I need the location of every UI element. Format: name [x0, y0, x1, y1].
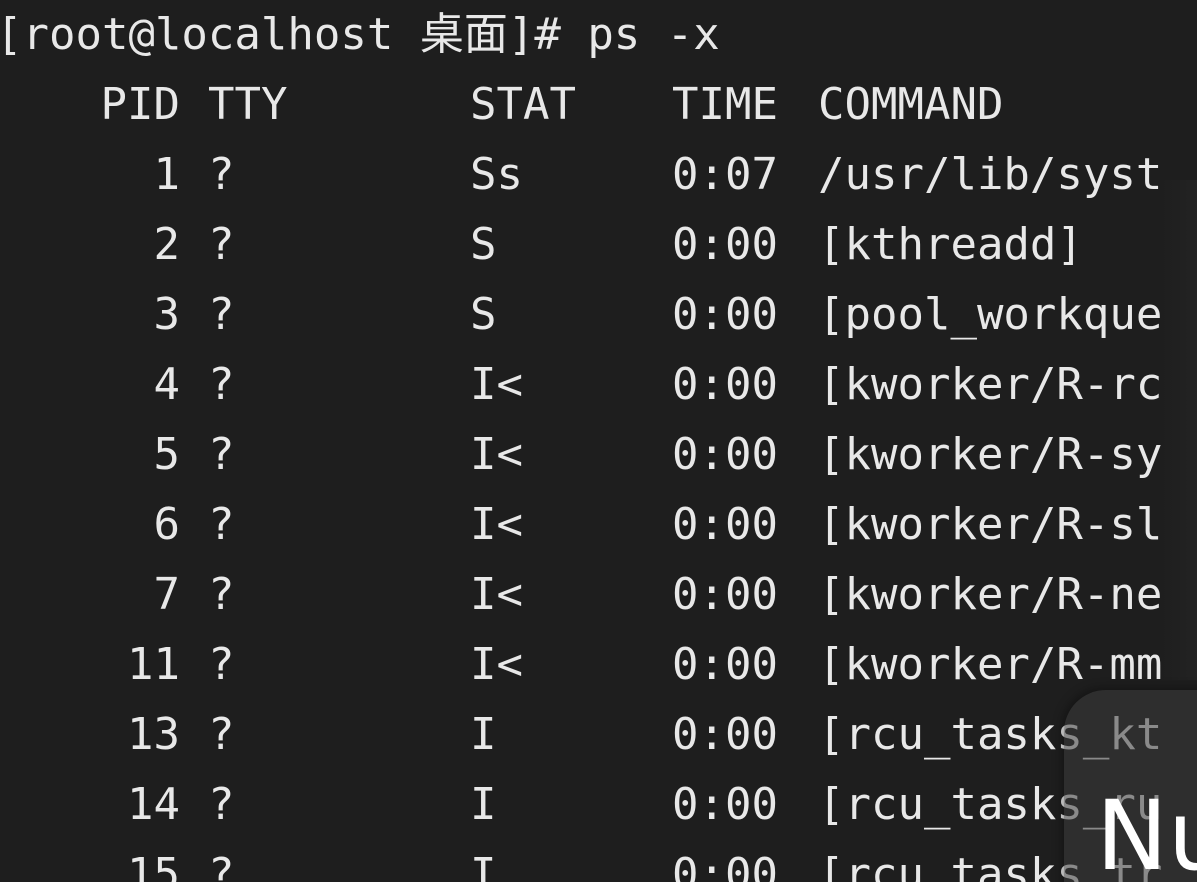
row-time: 0:00	[672, 359, 778, 410]
row-stat: I<	[470, 499, 523, 550]
command-prompt: [root@localhost 桌面]# ps -x	[0, 9, 720, 60]
row-time: 0:00	[672, 289, 778, 340]
row-command: [kthreadd]	[818, 219, 1083, 270]
row-command: [kworker/R-sl	[818, 499, 1163, 550]
row-time: 0:00	[672, 849, 778, 882]
table-row: 7 ? I< 0:00 [kworker/R-ne	[0, 560, 1163, 630]
header-pid: PID	[100, 79, 180, 130]
table-row: 11 ? I< 0:00 [kworker/R-mm	[0, 630, 1162, 700]
row-tty: ?	[208, 779, 235, 830]
row-tty: ?	[208, 429, 235, 480]
row-tty: ?	[208, 149, 235, 200]
table-row: 5 ? I< 0:00 [kworker/R-sy	[0, 420, 1163, 490]
row-pid: 3	[153, 289, 181, 340]
row-pid: 6	[153, 499, 181, 550]
row-time: 0:00	[672, 709, 778, 760]
header-tty: TTY	[208, 79, 288, 130]
row-tty: ?	[208, 499, 235, 550]
row-pid: 15	[127, 849, 180, 882]
table-row: 1 ? Ss 0:07 /usr/lib/syst	[0, 140, 1163, 210]
overlay-logo-text: Nu	[1096, 780, 1197, 882]
table-row: 4 ? I< 0:00 [kworker/R-rc	[0, 350, 1163, 420]
row-pid: 14	[127, 779, 180, 830]
header-command: COMMAND	[818, 79, 1004, 130]
scroll-edge-shade	[1160, 180, 1197, 680]
row-stat: I<	[470, 569, 523, 620]
row-stat: I<	[470, 429, 523, 480]
row-stat: I	[470, 849, 497, 882]
row-tty: ?	[208, 709, 235, 760]
row-tty: ?	[208, 639, 235, 690]
floating-overlay-panel[interactable]: Nu	[1064, 690, 1197, 882]
table-row: 15 ? I 0:00 [rcu_tasks_tr	[0, 840, 1162, 882]
terminal-window[interactable]: [root@localhost 桌面]# ps -x PID TTY STAT …	[0, 0, 1197, 882]
row-tty: ?	[208, 289, 235, 340]
row-pid: 5	[153, 429, 181, 480]
row-pid: 11	[127, 639, 180, 690]
row-tty: ?	[208, 219, 235, 270]
table-header: PID TTY STAT TIME COMMAND	[0, 70, 1004, 140]
row-stat: S	[470, 219, 497, 270]
row-tty: ?	[208, 569, 235, 620]
table-row: 6 ? I< 0:00 [kworker/R-sl	[0, 490, 1163, 560]
row-pid: 13	[127, 709, 180, 760]
row-time: 0:00	[672, 429, 778, 480]
table-row: 13 ? I 0:00 [rcu_tasks_kt	[0, 700, 1162, 770]
row-pid: 4	[153, 359, 181, 410]
row-stat: I	[470, 709, 497, 760]
table-row: 14 ? I 0:00 [rcu_tasks_ru	[0, 770, 1162, 840]
row-pid: 7	[153, 569, 181, 620]
table-row: 3 ? S 0:00 [pool_workque	[0, 280, 1163, 350]
row-time: 0:07	[672, 149, 778, 200]
row-command: [kworker/R-sy	[818, 429, 1163, 480]
table-row: 2 ? S 0:00 [kthreadd]	[0, 210, 1083, 280]
header-time: TIME	[672, 79, 778, 130]
row-pid: 1	[153, 149, 181, 200]
row-tty: ?	[208, 849, 235, 882]
header-stat: STAT	[470, 79, 576, 130]
row-command: /usr/lib/syst	[818, 149, 1163, 200]
row-stat: I<	[470, 359, 523, 410]
row-command: [kworker/R-ne	[818, 569, 1163, 620]
row-time: 0:00	[672, 499, 778, 550]
row-stat: S	[470, 289, 497, 340]
row-stat: I<	[470, 639, 523, 690]
row-time: 0:00	[672, 569, 778, 620]
row-pid: 2	[153, 219, 181, 270]
row-command: [pool_workque	[818, 289, 1163, 340]
row-tty: ?	[208, 359, 235, 410]
row-time: 0:00	[672, 639, 778, 690]
row-time: 0:00	[672, 779, 778, 830]
row-stat: I	[470, 779, 497, 830]
row-stat: Ss	[470, 149, 523, 200]
row-command: [kworker/R-rc	[818, 359, 1163, 410]
row-time: 0:00	[672, 219, 778, 270]
